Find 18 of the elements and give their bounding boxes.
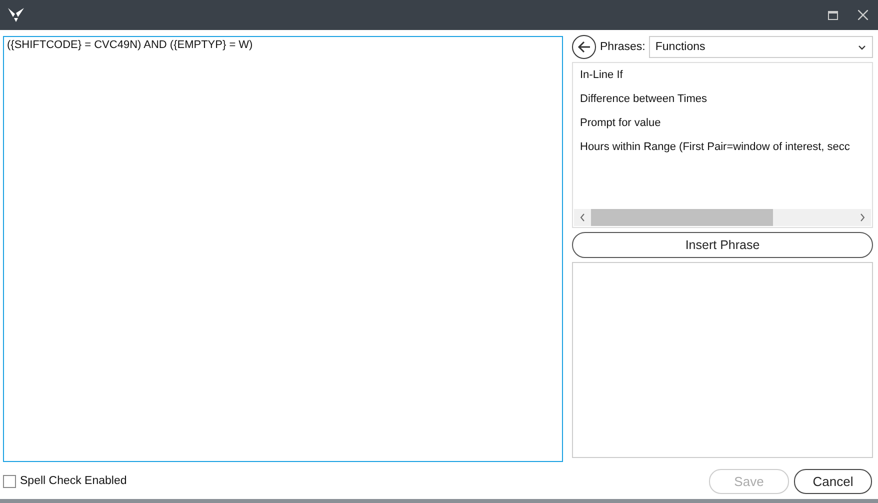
phrase-item[interactable]: Hours within Range (First Pair=window of interest, secc [580,139,872,155]
chevron-icon [858,44,866,50]
logo-icon [8,8,24,22]
dialog-button[interactable]: Cancel [794,468,872,494]
close-icon[interactable] [858,10,868,20]
checkbox[interactable] [3,474,16,488]
spell-check-label: Spell Check Enabled [20,475,127,487]
back-button[interactable] [572,35,596,59]
horizontal-scrollbar[interactable] [574,209,871,226]
phrases-dropdown[interactable]: Functions [649,36,873,58]
maximize-icon[interactable] [828,10,838,20]
phrase-item[interactable]: In-Line If [580,67,872,83]
formula-editor[interactable]: ({SHIFTCODE} = CVC49N) AND ({EMPTYP} = W) [3,36,563,462]
phrases-label: Phrases: [600,41,646,53]
phrase-item[interactable]: Difference between Times [580,91,872,107]
phrase-item[interactable]: Prompt for value [580,115,872,131]
insert-phrase-button[interactable]: Insert Phrase [572,232,873,258]
arrow-left-icon [577,41,591,53]
